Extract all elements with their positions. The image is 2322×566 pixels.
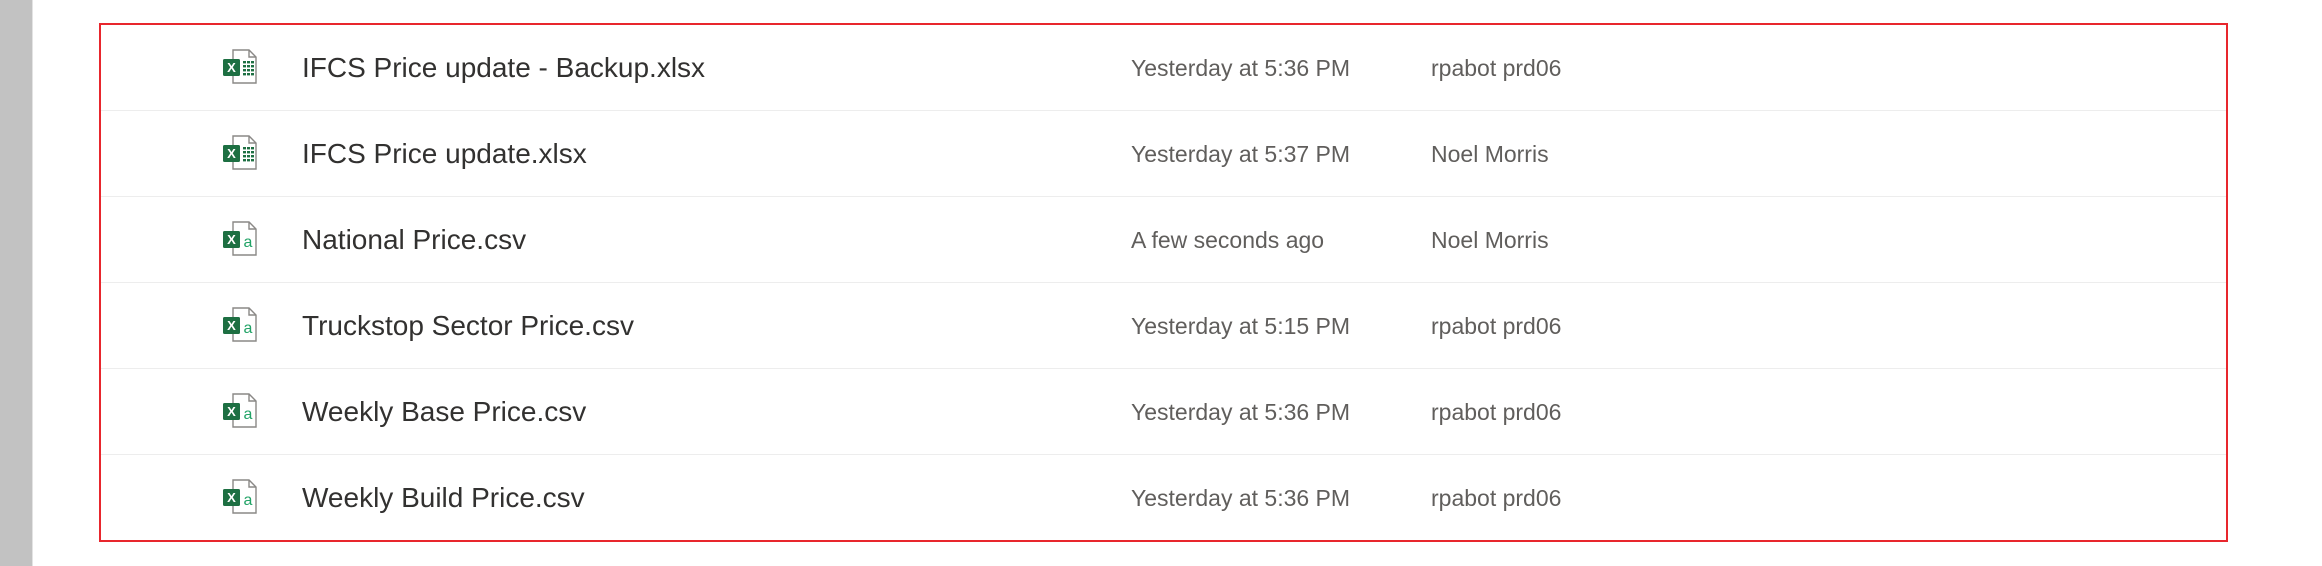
file-modified-date: Yesterday at 5:37 PM <box>1131 141 1351 167</box>
excel-xlsx-icon: X <box>223 135 257 170</box>
file-name[interactable]: Weekly Build Price.csv <box>302 455 585 541</box>
excel-csv-icon: a X <box>223 221 257 256</box>
file-row[interactable]: a X Truckstop Sector Price.csv Yesterday… <box>101 283 2226 369</box>
file-list: X IFCS Price update - Backup.xlsx Yester… <box>99 23 2228 542</box>
file-name[interactable]: IFCS Price update - Backup.xlsx <box>302 25 705 111</box>
excel-xlsx-icon: X <box>223 49 257 84</box>
svg-text:X: X <box>227 232 236 247</box>
file-modified-by: Noel Morris <box>1431 141 1549 167</box>
svg-text:a: a <box>244 406 253 423</box>
file-row[interactable]: X IFCS Price update.xlsx Yesterday at 5:… <box>101 111 2226 197</box>
svg-text:X: X <box>227 146 236 161</box>
file-list-page: X IFCS Price update - Backup.xlsx Yester… <box>0 0 2322 566</box>
file-modified-date: Yesterday at 5:36 PM <box>1131 55 1351 81</box>
file-modified-by: rpabot prd06 <box>1431 313 1562 339</box>
excel-csv-icon: a X <box>223 393 257 428</box>
file-name[interactable]: National Price.csv <box>302 197 526 283</box>
svg-text:a: a <box>244 492 253 509</box>
file-name[interactable]: Weekly Base Price.csv <box>302 369 586 455</box>
file-modified-date: A few seconds ago <box>1131 227 1325 253</box>
file-name[interactable]: IFCS Price update.xlsx <box>302 111 587 197</box>
svg-text:X: X <box>227 60 236 75</box>
vertical-scrollbar[interactable] <box>0 0 33 566</box>
excel-csv-icon: a X <box>223 307 257 342</box>
file-row[interactable]: a X National Price.csv A few seconds ago… <box>101 197 2226 283</box>
svg-text:a: a <box>244 234 253 251</box>
file-modified-date: Yesterday at 5:15 PM <box>1131 313 1351 339</box>
file-modified-by: rpabot prd06 <box>1431 485 1562 511</box>
file-name[interactable]: Truckstop Sector Price.csv <box>302 283 634 369</box>
file-row[interactable]: a X Weekly Build Price.csv Yesterday at … <box>101 455 2226 541</box>
file-modified-by: rpabot prd06 <box>1431 55 1562 81</box>
file-modified-date: Yesterday at 5:36 PM <box>1131 399 1351 425</box>
excel-csv-icon: a X <box>223 479 257 514</box>
file-modified-date: Yesterday at 5:36 PM <box>1131 485 1351 511</box>
file-row[interactable]: X IFCS Price update - Backup.xlsx Yester… <box>101 25 2226 111</box>
svg-text:X: X <box>227 490 236 505</box>
svg-text:X: X <box>227 318 236 333</box>
svg-text:a: a <box>244 320 253 337</box>
file-modified-by: Noel Morris <box>1431 227 1549 253</box>
svg-text:X: X <box>227 404 236 419</box>
file-modified-by: rpabot prd06 <box>1431 399 1562 425</box>
file-row[interactable]: a X Weekly Base Price.csv Yesterday at 5… <box>101 369 2226 455</box>
